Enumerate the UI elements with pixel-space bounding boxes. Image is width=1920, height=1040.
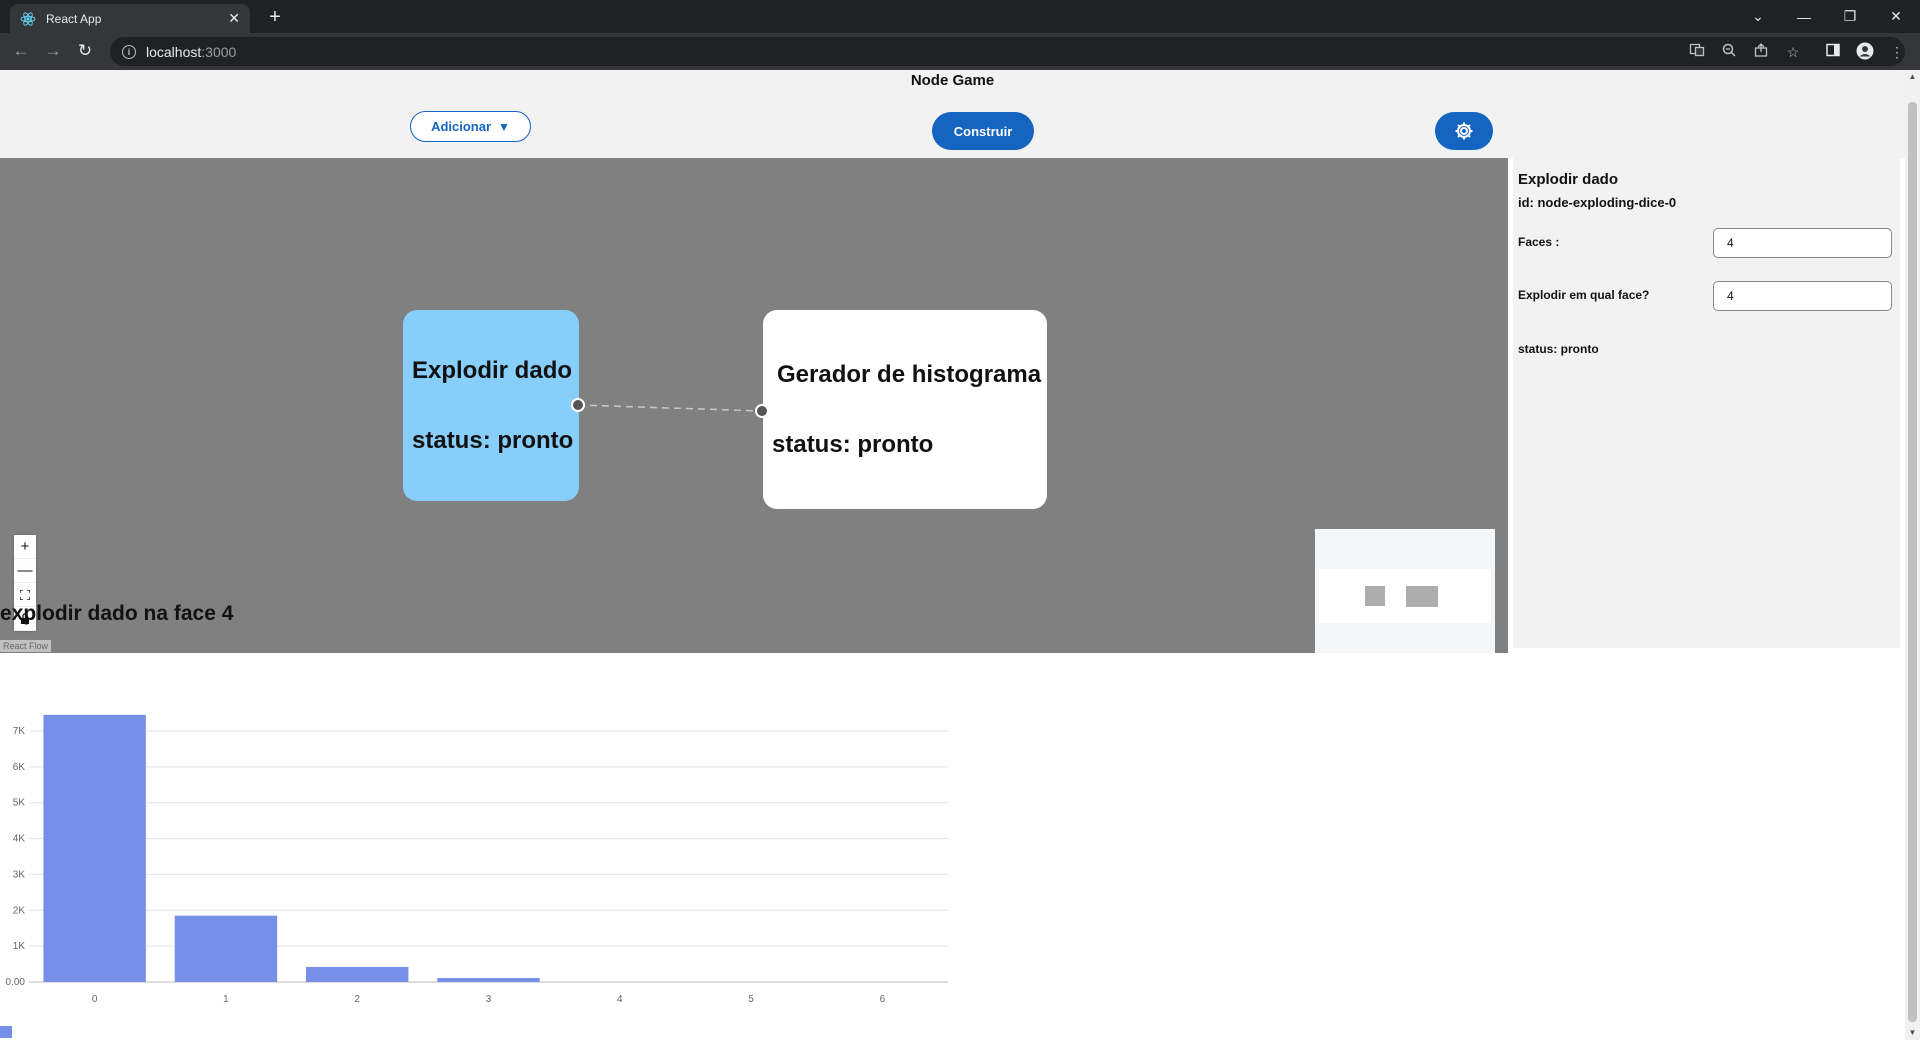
- y-tick-label: 5K: [13, 798, 26, 809]
- y-tick-label: 4K: [13, 834, 26, 845]
- minimap-node: [1406, 586, 1438, 607]
- page-scrollbar[interactable]: ▲ ▼: [1905, 70, 1920, 1040]
- y-tick-label: 6K: [13, 762, 26, 773]
- faces-label: Faces :: [1518, 235, 1560, 249]
- browser-tab-bar: React App ✕ + ⌄ — ❐ ✕: [0, 0, 1920, 33]
- fit-view-icon: [20, 589, 30, 600]
- close-window-button[interactable]: ✕: [1874, 0, 1918, 33]
- zoom-icon[interactable]: [1719, 42, 1739, 62]
- explode-face-input[interactable]: 4: [1713, 281, 1892, 311]
- side-panel-icon[interactable]: [1823, 42, 1843, 62]
- x-tick-label: 2: [354, 994, 360, 1005]
- node-title: Explodir dado: [412, 356, 573, 384]
- minimap-node: [1365, 586, 1385, 606]
- react-flow-attribution[interactable]: React Flow: [0, 640, 52, 652]
- zoom-out-button[interactable]: —: [14, 559, 36, 583]
- node-title: Gerador de histograma: [777, 360, 1042, 388]
- bookmark-star-icon[interactable]: ☆: [1783, 42, 1803, 62]
- y-tick-label: 7K: [13, 726, 26, 737]
- node-explodir-dado[interactable]: Explodir dado status: pronto: [403, 310, 579, 501]
- x-tick-label: 4: [617, 994, 623, 1005]
- browser-toolbar: ← → ↻ i localhost:3000 ☆ ⋮: [0, 33, 1920, 70]
- back-arrow-icon[interactable]: ←: [8, 39, 34, 65]
- reload-icon[interactable]: ↻: [72, 39, 98, 65]
- node-status: status: pronto: [772, 430, 934, 458]
- y-tick-label: 0.00: [6, 977, 26, 988]
- scroll-down-icon[interactable]: ▼: [1905, 1026, 1920, 1040]
- flow-edge: [577, 404, 763, 412]
- zoom-in-button[interactable]: +: [14, 535, 36, 559]
- histogram-bar: [43, 714, 146, 982]
- legend-swatch: [0, 1026, 12, 1038]
- minimize-button[interactable]: —: [1782, 0, 1826, 33]
- react-logo-icon: [20, 11, 36, 26]
- y-tick-label: 2K: [13, 905, 26, 916]
- histogram-bar: [437, 978, 540, 982]
- browser-tab[interactable]: React App ✕: [10, 4, 250, 33]
- panel-node-id: id: node-exploding-dice-0: [1518, 195, 1677, 210]
- flow-minimap[interactable]: [1315, 529, 1495, 653]
- add-button-label: Adicionar: [431, 119, 492, 134]
- histogram-bar: [306, 966, 409, 982]
- new-tab-button[interactable]: +: [262, 5, 288, 31]
- panel-status: status: pronto: [1518, 342, 1599, 356]
- explode-face-label: Explodir em qual face?: [1518, 288, 1650, 302]
- y-tick-label: 3K: [13, 869, 26, 880]
- x-tick-label: 6: [880, 994, 886, 1005]
- browser-menu-icon[interactable]: ⋮: [1887, 42, 1907, 62]
- gear-icon: [1455, 122, 1473, 140]
- flow-canvas[interactable]: Explodir dado status: pronto Gerador de …: [0, 158, 1508, 653]
- scroll-up-icon[interactable]: ▲: [1905, 70, 1920, 84]
- node-status: status: pronto: [412, 426, 574, 454]
- url-port: :3000: [201, 43, 237, 60]
- restore-button[interactable]: ❐: [1828, 0, 1872, 33]
- tab-search-icon[interactable]: ⌄: [1736, 0, 1780, 33]
- translate-icon[interactable]: [1687, 42, 1707, 62]
- faces-input[interactable]: 4: [1713, 228, 1892, 258]
- settings-button[interactable]: [1435, 112, 1493, 150]
- node-source-handle[interactable]: [571, 398, 585, 412]
- histogram-bar: [174, 915, 278, 982]
- node-target-handle[interactable]: [755, 404, 769, 418]
- x-tick-label: 3: [486, 994, 492, 1005]
- address-bar[interactable]: i localhost:3000: [110, 37, 1905, 66]
- forward-arrow-icon[interactable]: →: [40, 39, 66, 65]
- minimap-viewport: [1319, 569, 1491, 623]
- build-button[interactable]: Construir: [932, 112, 1034, 150]
- chart-title: explodir dado na face 4: [0, 602, 234, 625]
- site-info-icon[interactable]: i: [122, 44, 136, 59]
- tab-close-icon[interactable]: ✕: [228, 10, 240, 27]
- caret-down-icon: ▼: [498, 119, 510, 134]
- tab-title: React App: [46, 11, 102, 26]
- share-icon[interactable]: [1751, 42, 1771, 62]
- panel-title: Explodir dado: [1518, 171, 1619, 188]
- properties-panel: Explodir dado id: node-exploding-dice-0 …: [1513, 158, 1900, 648]
- x-tick-label: 1: [223, 994, 229, 1005]
- url-host: localhost: [146, 43, 202, 60]
- histogram-chart: 0.00 1K 2K 3K 4K 5K 6K 7K 0 1 2 3 4 5 6: [6, 714, 948, 1005]
- app-header: Node Game Adicionar ▼ Construir: [0, 70, 1905, 158]
- scroll-thumb[interactable]: [1908, 102, 1917, 1022]
- add-node-button[interactable]: Adicionar ▼: [410, 111, 531, 142]
- x-tick-label: 5: [748, 994, 754, 1005]
- y-tick-label: 1K: [13, 941, 26, 952]
- node-gerador-histograma[interactable]: Gerador de histograma status: pronto: [763, 310, 1047, 509]
- page-title: Node Game: [910, 72, 995, 89]
- x-tick-label: 0: [92, 994, 98, 1005]
- profile-icon[interactable]: [1855, 42, 1875, 62]
